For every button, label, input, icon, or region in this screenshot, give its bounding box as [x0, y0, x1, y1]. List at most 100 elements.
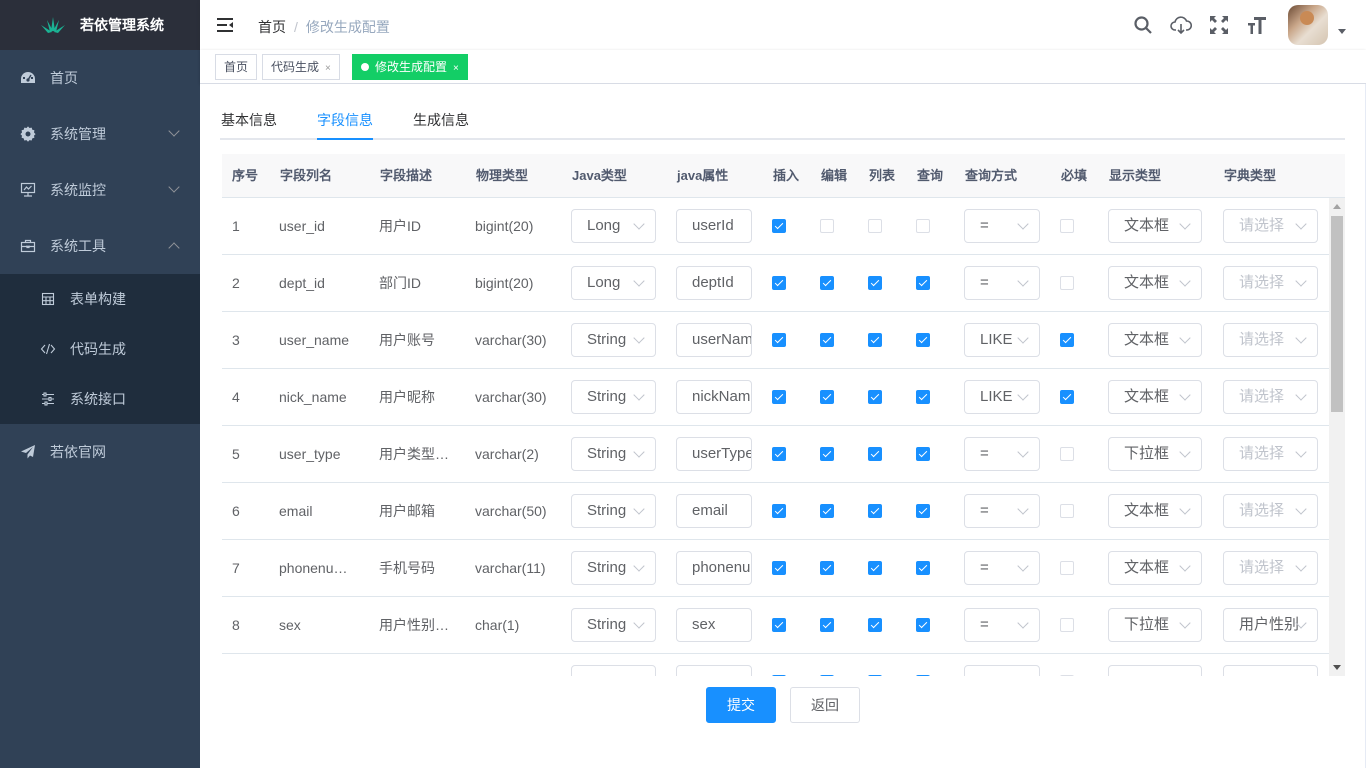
- java-type-select[interactable]: Long: [571, 209, 656, 243]
- query-type-select[interactable]: LIKE: [964, 323, 1040, 357]
- dict-type-select[interactable]: 请选择: [1223, 551, 1318, 585]
- sidebar-item-ruoyi-website[interactable]: 若依官网: [0, 424, 200, 480]
- checkbox-required[interactable]: [1060, 504, 1074, 518]
- checkbox-required[interactable]: [1060, 675, 1074, 676]
- checkbox-query[interactable]: [916, 390, 930, 404]
- dict-type-select[interactable]: 请选择: [1223, 266, 1318, 300]
- scroll-down-icon[interactable]: [1333, 665, 1341, 670]
- checkbox-edit[interactable]: [820, 618, 834, 632]
- checkbox-edit[interactable]: [820, 390, 834, 404]
- display-type-select[interactable]: [1108, 665, 1202, 676]
- checkbox-query[interactable]: [916, 561, 930, 575]
- breadcrumb-home[interactable]: 首页: [258, 19, 286, 35]
- sidebar-item-form-builder[interactable]: 表单构建: [0, 274, 200, 324]
- checkbox-insert[interactable]: [772, 333, 786, 347]
- search-icon[interactable]: [1124, 0, 1162, 50]
- display-type-select[interactable]: 文本框: [1108, 323, 1202, 357]
- checkbox-insert[interactable]: [772, 390, 786, 404]
- checkbox-required[interactable]: [1060, 390, 1074, 404]
- checkbox-edit[interactable]: [820, 276, 834, 290]
- checkbox-list[interactable]: [868, 675, 882, 676]
- java-field-input[interactable]: email: [676, 494, 752, 528]
- java-field-input[interactable]: nickName: [676, 380, 752, 414]
- font-size-icon[interactable]: [1238, 0, 1276, 50]
- tag-code-generation[interactable]: 代码生成 ×: [262, 54, 340, 80]
- java-field-input[interactable]: userType: [676, 437, 752, 471]
- scroll-up-icon[interactable]: [1333, 204, 1341, 209]
- java-field-input[interactable]: deptId: [676, 266, 752, 300]
- query-type-select[interactable]: [964, 665, 1040, 676]
- sidebar-item-home[interactable]: 首页: [0, 50, 200, 106]
- hamburger-icon[interactable]: [216, 16, 234, 34]
- checkbox-insert[interactable]: [772, 447, 786, 461]
- java-field-input[interactable]: userName: [676, 323, 752, 357]
- checkbox-required[interactable]: [1060, 333, 1074, 347]
- query-type-select[interactable]: =: [964, 551, 1040, 585]
- checkbox-required[interactable]: [1060, 276, 1074, 290]
- java-type-select[interactable]: Long: [571, 266, 656, 300]
- checkbox-required[interactable]: [1060, 219, 1074, 233]
- checkbox-query[interactable]: [916, 219, 930, 233]
- dict-type-select[interactable]: [1223, 665, 1318, 676]
- checkbox-query[interactable]: [916, 675, 930, 676]
- display-type-select[interactable]: 文本框: [1108, 266, 1202, 300]
- checkbox-insert[interactable]: [772, 219, 786, 233]
- query-type-select[interactable]: =: [964, 266, 1040, 300]
- checkbox-query[interactable]: [916, 333, 930, 347]
- query-type-select[interactable]: =: [964, 494, 1040, 528]
- java-type-select[interactable]: String: [571, 494, 656, 528]
- dict-type-select[interactable]: 用户性别: [1223, 608, 1318, 642]
- java-field-input[interactable]: phonenumber: [676, 551, 752, 585]
- checkbox-required[interactable]: [1060, 618, 1074, 632]
- dict-type-select[interactable]: 请选择: [1223, 380, 1318, 414]
- dict-type-select[interactable]: 请选择: [1223, 209, 1318, 243]
- sidebar-item-system-api[interactable]: 系统接口: [0, 374, 200, 424]
- display-type-select[interactable]: 文本框: [1108, 551, 1202, 585]
- scrollbar-thumb[interactable]: [1331, 216, 1343, 412]
- logo[interactable]: 若依管理系统: [0, 0, 200, 50]
- query-type-select[interactable]: =: [964, 608, 1040, 642]
- dict-type-select[interactable]: 请选择: [1223, 437, 1318, 471]
- checkbox-edit[interactable]: [820, 504, 834, 518]
- checkbox-list[interactable]: [868, 561, 882, 575]
- checkbox-list[interactable]: [868, 447, 882, 461]
- dict-type-select[interactable]: 请选择: [1223, 323, 1318, 357]
- sidebar-item-system-monitor[interactable]: 系统监控: [0, 162, 200, 218]
- java-type-select[interactable]: String: [571, 608, 656, 642]
- checkbox-required[interactable]: [1060, 447, 1074, 461]
- dict-type-select[interactable]: 请选择: [1223, 494, 1318, 528]
- checkbox-query[interactable]: [916, 447, 930, 461]
- sidebar-item-system-management[interactable]: 系统管理: [0, 106, 200, 162]
- close-icon[interactable]: ×: [325, 63, 331, 74]
- java-field-input[interactable]: [676, 665, 752, 676]
- checkbox-list[interactable]: [868, 276, 882, 290]
- java-field-input[interactable]: userId: [676, 209, 752, 243]
- checkbox-query[interactable]: [916, 276, 930, 290]
- checkbox-list[interactable]: [868, 618, 882, 632]
- avatar[interactable]: [1288, 5, 1328, 45]
- display-type-select[interactable]: 文本框: [1108, 494, 1202, 528]
- checkbox-edit[interactable]: [820, 219, 834, 233]
- tag-edit-gen-config[interactable]: 修改生成配置 ×: [352, 54, 468, 80]
- query-type-select[interactable]: =: [964, 209, 1040, 243]
- caret-down-icon[interactable]: [1338, 28, 1346, 34]
- checkbox-insert[interactable]: [772, 561, 786, 575]
- checkbox-insert[interactable]: [772, 504, 786, 518]
- tab-gen-info[interactable]: 生成信息: [413, 100, 469, 140]
- display-type-select[interactable]: 文本框: [1108, 209, 1202, 243]
- sidebar-item-system-tools[interactable]: 系统工具: [0, 218, 200, 274]
- checkbox-insert[interactable]: [772, 675, 786, 676]
- table-scrollbar[interactable]: [1329, 198, 1345, 676]
- sidebar-item-code-generation[interactable]: 代码生成: [0, 324, 200, 374]
- checkbox-insert[interactable]: [772, 276, 786, 290]
- fullscreen-icon[interactable]: [1200, 0, 1238, 50]
- checkbox-list[interactable]: [868, 390, 882, 404]
- display-type-select[interactable]: 文本框: [1108, 380, 1202, 414]
- java-type-select[interactable]: String: [571, 380, 656, 414]
- java-type-select[interactable]: String: [571, 437, 656, 471]
- display-type-select[interactable]: 下拉框: [1108, 437, 1202, 471]
- java-type-select[interactable]: String: [571, 551, 656, 585]
- checkbox-list[interactable]: [868, 333, 882, 347]
- checkbox-edit[interactable]: [820, 447, 834, 461]
- close-icon[interactable]: ×: [453, 63, 459, 74]
